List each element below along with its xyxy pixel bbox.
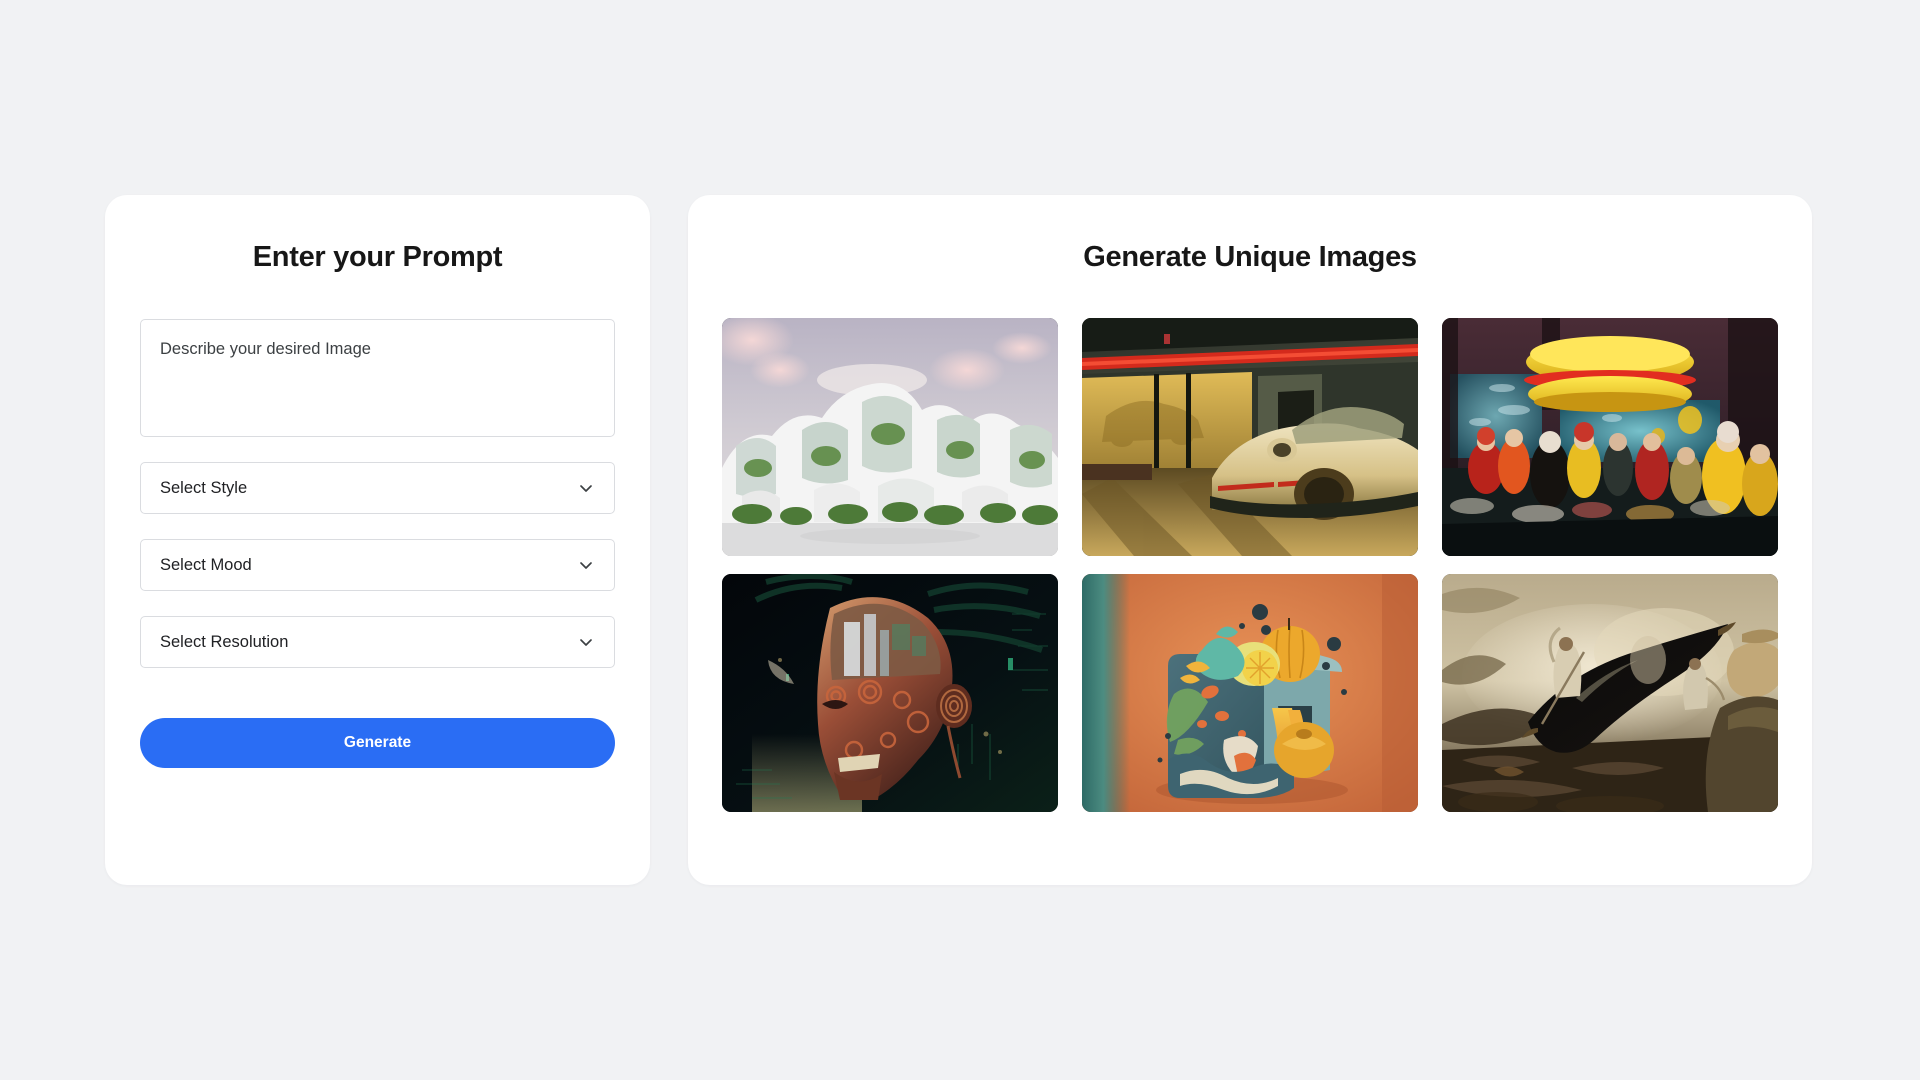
gallery-title: Generate Unique Images: [1083, 241, 1417, 273]
select-resolution-dropdown[interactable]: Select Resolution: [140, 616, 615, 668]
select-style-dropdown[interactable]: Select Style: [140, 462, 615, 514]
generated-image-golden-sports-car-showroom[interactable]: [1082, 318, 1418, 556]
page-title: Enter your Prompt: [252, 241, 503, 273]
prompt-form: Select Style Select Mood Select Resoluti…: [105, 319, 650, 768]
chevron-down-icon: [576, 632, 596, 652]
gallery-panel: Generate Unique Images: [688, 195, 1812, 885]
generate-button[interactable]: Generate: [140, 718, 615, 768]
select-mood-label: Select Mood: [160, 555, 252, 574]
prompt-input[interactable]: [140, 319, 615, 437]
generated-image-biomechanical-cyborg-head[interactable]: [722, 574, 1058, 812]
chevron-down-icon: [576, 555, 596, 575]
chevron-down-icon: [576, 478, 596, 498]
generated-image-organic-white-architecture[interactable]: [722, 318, 1058, 556]
select-resolution-label: Select Resolution: [160, 632, 289, 651]
generated-image-underwater-burger-crowd[interactable]: [1442, 318, 1778, 556]
generated-images-grid: [722, 318, 1778, 812]
app-root: Enter your Prompt Select Style Select Mo…: [0, 0, 1920, 1080]
prompt-panel: Enter your Prompt Select Style Select Mo…: [105, 195, 650, 885]
select-style-label: Select Style: [160, 478, 248, 497]
generated-image-teal-cube-fruit-render[interactable]: [1082, 574, 1418, 812]
generated-image-misty-swoosh-painting[interactable]: [1442, 574, 1778, 812]
select-mood-dropdown[interactable]: Select Mood: [140, 539, 615, 591]
